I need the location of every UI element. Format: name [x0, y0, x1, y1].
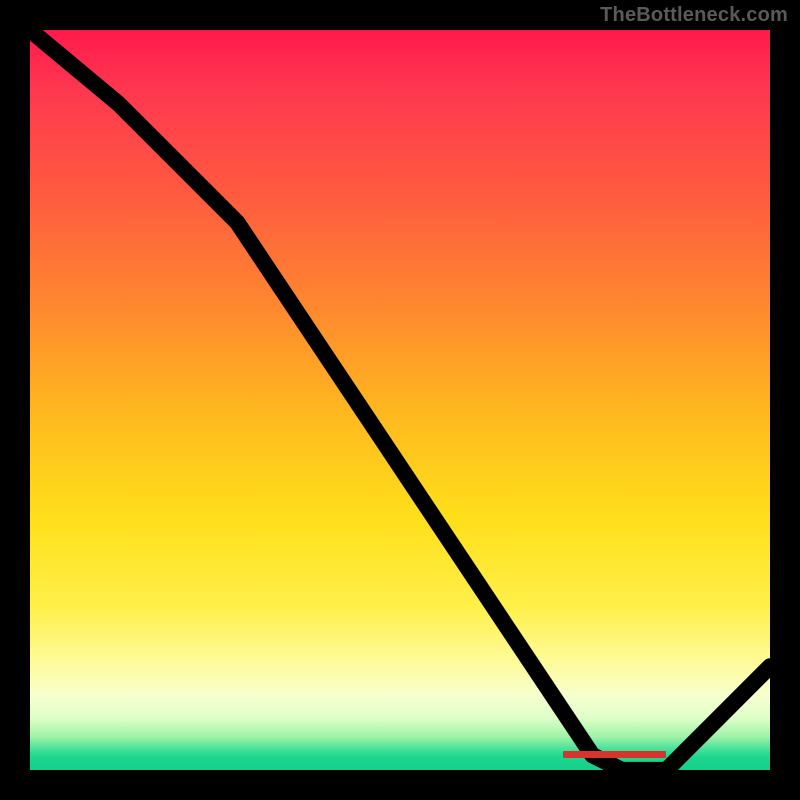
- bottleneck-curve: [30, 30, 770, 770]
- watermark-text: TheBottleneck.com: [600, 4, 788, 27]
- plot-area: [30, 30, 770, 770]
- optimal-range-bar: [563, 751, 667, 758]
- curve-path: [30, 30, 770, 770]
- chart-frame: TheBottleneck.com: [0, 0, 800, 800]
